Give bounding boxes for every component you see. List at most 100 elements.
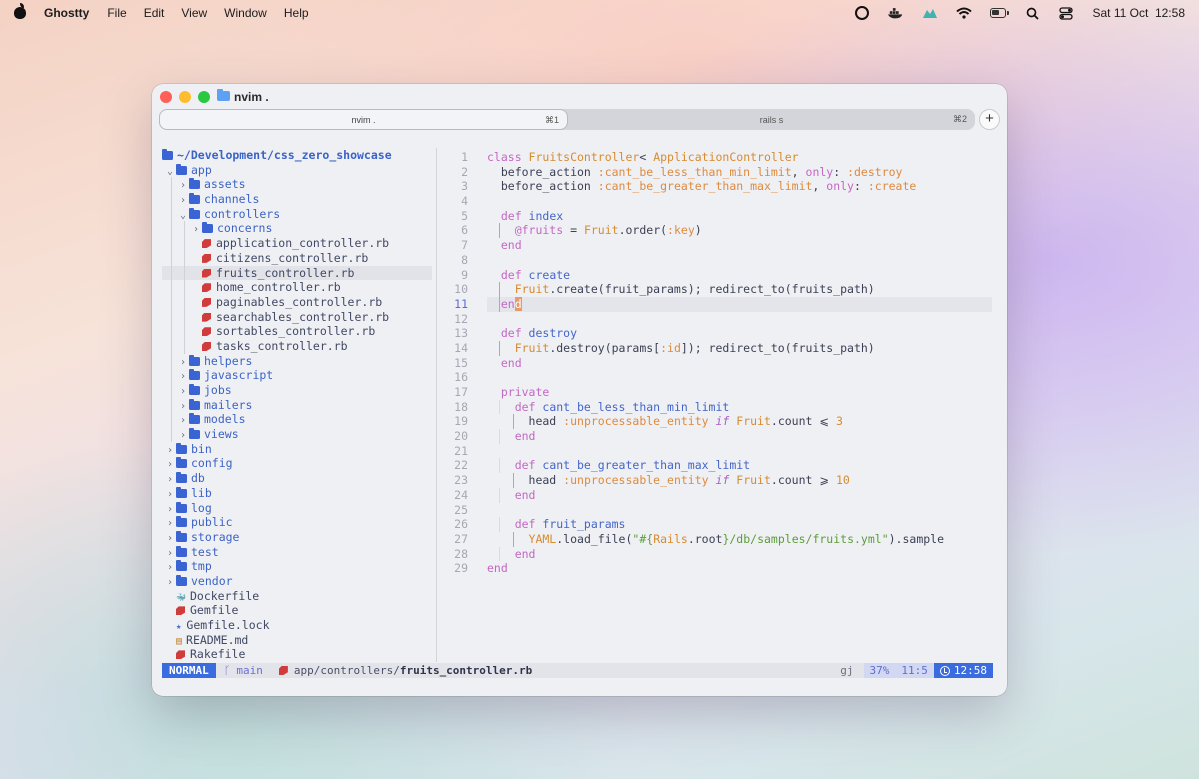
tree-folder-jobs[interactable]: › jobs [162, 383, 432, 398]
code-line[interactable]: end [487, 487, 992, 503]
folder-icon [189, 413, 200, 425]
tree-file-README-md[interactable]: ▤ README.md [162, 633, 432, 648]
tree-folder-bin[interactable]: › bin [162, 442, 432, 457]
tree-folder-mailers[interactable]: › mailers [162, 397, 432, 413]
new-tab-button[interactable]: + [979, 109, 1000, 130]
apple-menu-icon[interactable] [14, 3, 26, 20]
close-window-button[interactable] [160, 91, 172, 103]
menu-clock[interactable]: Sat 11 Oct 12:58 [1092, 6, 1185, 20]
tree-folder-controllers[interactable]: ⌄ controllers [162, 206, 432, 222]
tree-item-label: fruits_controller.rb [216, 265, 355, 280]
code-line[interactable]: before_action :cant_be_greater_than_max_… [487, 179, 992, 194]
code-line[interactable]: def index [487, 209, 992, 224]
code-line[interactable]: def fruit_params [487, 517, 992, 532]
scroll-percent: 37% [863, 663, 896, 678]
code-line[interactable]: def create [487, 268, 992, 283]
tree-folder-public[interactable]: › public [162, 515, 432, 530]
tree-folder-helpers[interactable]: › helpers [162, 353, 432, 369]
tree-file-paginables_controller-rb[interactable]: paginables_controller.rb [162, 294, 432, 310]
code-line[interactable]: head :unprocessable_entity if Fruit.coun… [487, 473, 992, 488]
spotlight-search-icon[interactable] [1024, 6, 1040, 20]
code-line[interactable] [487, 370, 992, 385]
grammarly-icon[interactable] [854, 6, 870, 20]
menu-edit[interactable]: Edit [144, 6, 165, 20]
tree-folder-assets[interactable]: › assets [162, 177, 432, 193]
tree-file-fruits_controller-rb[interactable]: fruits_controller.rb [162, 265, 432, 281]
tab-nvim[interactable]: nvim . ⌘1 [159, 109, 568, 130]
title-bar[interactable]: nvim . [152, 84, 1007, 110]
code-line[interactable]: YAML.load_file("#{Rails.root}/db/samples… [487, 531, 992, 547]
tree-file-searchables_controller-rb[interactable]: searchables_controller.rb [162, 309, 432, 325]
app-menu[interactable]: Ghostty [44, 6, 89, 20]
git-branch-icon: ᚴ [223, 664, 231, 677]
code-line[interactable]: Fruit.create(fruit_params); redirect_to(… [487, 282, 992, 297]
code-line[interactable] [487, 253, 992, 268]
tree-root[interactable]: ~/Development/css_zero_showcase [162, 148, 432, 163]
code-line[interactable]: end [487, 296, 992, 312]
tree-folder-views[interactable]: › views [162, 427, 432, 442]
tree-folder-test[interactable]: › test [162, 545, 432, 560]
split-divider[interactable] [436, 148, 437, 662]
code-line[interactable]: class FruitsController< ApplicationContr… [487, 150, 992, 165]
code-line[interactable]: head :unprocessable_entity if Fruit.coun… [487, 414, 992, 430]
tree-file-home_controller-rb[interactable]: home_controller.rb [162, 280, 432, 295]
tree-folder-storage[interactable]: › storage [162, 530, 432, 545]
code-line[interactable]: def cant_be_greater_than_max_limit [487, 458, 992, 474]
minimize-window-button[interactable] [179, 91, 191, 103]
tree-folder-log[interactable]: › log [162, 501, 432, 516]
tree-folder-models[interactable]: › models [162, 412, 432, 428]
code-line[interactable] [487, 312, 992, 327]
tab-rails-server[interactable]: rails s ⌘2 [568, 109, 975, 130]
menu-file[interactable]: File [107, 6, 126, 20]
code-token: Fruit [736, 414, 771, 429]
tree-folder-tmp[interactable]: › tmp [162, 559, 432, 574]
tree-file-Gemfile-lock[interactable]: ★ Gemfile.lock [162, 618, 432, 633]
menu-help[interactable]: Help [284, 6, 309, 20]
code-line[interactable]: Fruit.destroy(params[:id]); redirect_to(… [487, 340, 992, 356]
code-line[interactable]: end [487, 356, 992, 371]
docker-icon[interactable] [888, 6, 904, 20]
tree-folder-javascript[interactable]: › javascript [162, 368, 432, 383]
line-number: 26 [454, 517, 468, 532]
line-number: 27 [454, 531, 468, 546]
code-line[interactable] [487, 444, 992, 459]
menu-view[interactable]: View [181, 6, 207, 20]
code-token: 10 [835, 473, 850, 488]
tree-folder-lib[interactable]: › lib [162, 486, 432, 501]
code-line[interactable]: end [487, 429, 992, 444]
folder-icon [176, 442, 187, 454]
tree-file-Dockerfile[interactable]: 🐳 Dockerfile [162, 589, 432, 604]
code-line[interactable]: def destroy [487, 326, 992, 341]
maximize-window-button[interactable] [198, 91, 210, 103]
code-line[interactable]: end [487, 546, 992, 562]
code-line[interactable]: end [487, 561, 992, 576]
code-line[interactable]: @fruits = Fruit.order(:key) [487, 223, 992, 239]
menu-window[interactable]: Window [224, 6, 267, 20]
code-line[interactable]: end [487, 238, 992, 253]
code-line[interactable] [487, 194, 992, 209]
code-line[interactable] [487, 503, 992, 518]
tree-folder-app[interactable]: ⌄ app [162, 163, 432, 178]
folder-icon [189, 193, 200, 205]
code-editor[interactable]: class FruitsController< ApplicationContr… [487, 150, 992, 576]
tree-file-sortables_controller-rb[interactable]: sortables_controller.rb [162, 324, 432, 339]
control-center-icon[interactable] [1058, 6, 1074, 20]
tree-file-application_controller-rb[interactable]: application_controller.rb [162, 236, 432, 251]
tree-file-citizens_controller-rb[interactable]: citizens_controller.rb [162, 250, 432, 266]
tree-file-Rakefile[interactable]: Rakefile [162, 647, 432, 662]
code-token: : [853, 179, 868, 194]
code-line[interactable]: private [487, 385, 992, 400]
tree-file-Gemfile[interactable]: Gemfile [162, 603, 432, 618]
tree-file-tasks_controller-rb[interactable]: tasks_controller.rb [162, 338, 432, 354]
code-line[interactable]: before_action :cant_be_less_than_min_lim… [487, 165, 992, 180]
tree-folder-vendor[interactable]: › vendor [162, 574, 432, 589]
tailscale-icon[interactable] [922, 6, 938, 20]
tree-folder-db[interactable]: › db [162, 471, 432, 486]
battery-icon[interactable] [990, 6, 1010, 20]
tree-folder-channels[interactable]: › channels [162, 192, 432, 207]
tree-folder-concerns[interactable]: › concerns [162, 221, 432, 237]
tree-folder-config[interactable]: › config [162, 456, 432, 471]
code-token: fruit_params [542, 517, 626, 532]
wifi-icon[interactable] [956, 6, 973, 20]
code-line[interactable]: def cant_be_less_than_min_limit [487, 399, 992, 415]
